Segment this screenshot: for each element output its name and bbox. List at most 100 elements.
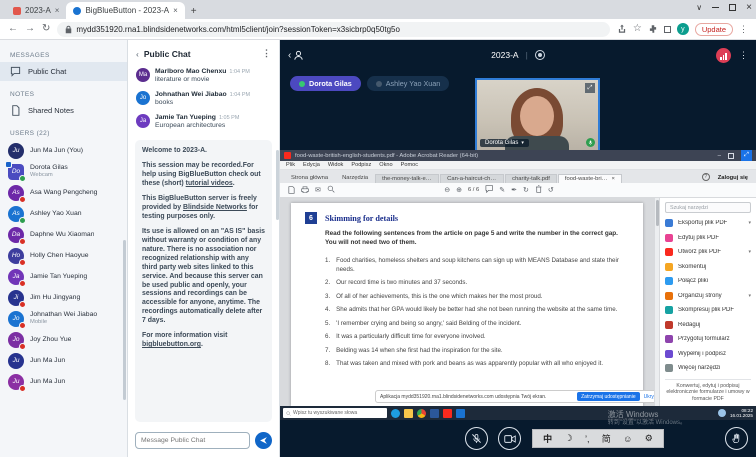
side-panel-icon[interactable]: [664, 26, 671, 33]
tab-close-icon[interactable]: ×: [611, 176, 614, 182]
user-list-item[interactable]: Jo Johnathan Wei JiabaoMobile: [0, 308, 127, 329]
forward-icon[interactable]: →: [25, 24, 35, 34]
refresh-icon[interactable]: ↻: [42, 24, 50, 34]
tool-compress-pdf[interactable]: Skompresuj plik PDF: [665, 303, 751, 318]
user-list-item[interactable]: Ji Jim Hu Jingyang: [0, 287, 127, 308]
user-list-item[interactable]: Ju Jun Ma Jun: [0, 350, 127, 371]
tool-create-pdf[interactable]: Utwórz plik PDF▾: [665, 245, 751, 260]
menu-item[interactable]: Pomoc: [401, 162, 418, 168]
pen-icon[interactable]: ✎: [499, 186, 505, 194]
webcam-fullscreen-icon[interactable]: ⤢: [585, 83, 595, 93]
user-list-item[interactable]: Do Dorota GilasWebcam: [0, 161, 127, 182]
chat-message-input[interactable]: [135, 432, 250, 449]
menu-item[interactable]: Edycja: [303, 162, 320, 168]
taskbar-app-icon[interactable]: [456, 409, 465, 418]
tool-comment[interactable]: Skomentuj: [665, 260, 751, 275]
menu-item[interactable]: Okno: [379, 162, 392, 168]
chat-scrollbar[interactable]: [276, 150, 279, 220]
menu-item[interactable]: Podpisz: [351, 162, 371, 168]
comment-icon[interactable]: [485, 185, 493, 195]
user-list-item[interactable]: Da Daphne Wu Xiaoman: [0, 224, 127, 245]
tab-tools[interactable]: Narzędzia: [335, 175, 375, 183]
document-tab[interactable]: Can-a-haircut-chan...: [440, 174, 504, 183]
record-indicator-icon[interactable]: [535, 50, 545, 60]
tool-combine-files[interactable]: Połącz pliki: [665, 274, 751, 289]
tab-close-icon[interactable]: ×: [55, 6, 60, 15]
taskbar-acrobat-icon[interactable]: [443, 409, 452, 418]
url-bar[interactable]: mydd351920.rna1.blindsidenetworks.com/ht…: [57, 22, 609, 37]
ime-mode-icon[interactable]: 中: [543, 432, 552, 445]
undo-icon[interactable]: ↺: [548, 186, 554, 194]
acrobat-maximize-button[interactable]: [728, 153, 734, 159]
menu-item[interactable]: Widok: [328, 162, 344, 168]
save-icon[interactable]: [288, 186, 295, 194]
tray-weather-icon[interactable]: [718, 409, 726, 417]
users-scrollbar[interactable]: [123, 240, 126, 400]
tab-home[interactable]: Strona główna: [284, 175, 335, 183]
active-speaker-badge[interactable]: Dorota Gilas: [290, 76, 361, 91]
acrobat-minimize-button[interactable]: –: [718, 153, 721, 159]
share-icon[interactable]: [617, 24, 627, 34]
tool-fill-sign[interactable]: Wypełnij i podpisz: [665, 347, 751, 362]
user-list-item[interactable]: Ho Holly Chen Haoyue: [0, 245, 127, 266]
sign-in-link[interactable]: Zaloguj się: [714, 175, 752, 183]
taskbar-chrome-icon[interactable]: [417, 409, 426, 418]
find-icon[interactable]: [327, 185, 335, 195]
unmute-button[interactable]: [465, 427, 488, 450]
user-list-item[interactable]: Ja Jamie Tan Yueping: [0, 266, 127, 287]
chat-back-icon[interactable]: ‹: [136, 49, 139, 59]
user-list-item[interactable]: As Ashley Yao Xuan: [0, 203, 127, 224]
pdf-document-area[interactable]: 6 Skimming for details Read the followin…: [280, 198, 654, 406]
update-button[interactable]: Update: [695, 23, 733, 36]
hide-share-bar-button[interactable]: Ukryj: [644, 394, 654, 400]
stop-sharing-button[interactable]: Zatrzymaj udostępnianie: [577, 392, 639, 401]
sign-icon[interactable]: ✒: [511, 186, 517, 194]
browser-tab-active[interactable]: BigBlueButton - 2023-A ×: [66, 2, 184, 19]
bigbluebutton-org-link[interactable]: bigbluebutton.org: [142, 341, 201, 348]
webcam-name-label[interactable]: Dorota Gilas▾: [480, 139, 529, 147]
chat-options-icon[interactable]: ⋮: [262, 48, 271, 59]
mail-icon[interactable]: ✉: [315, 186, 321, 194]
ime-punct-icon[interactable]: ’,: [585, 434, 590, 444]
tool-prepare-form[interactable]: Przygotuj formularz: [665, 332, 751, 347]
ime-language-bar[interactable]: 中 ☽ ’, 简 ☺ ⚙: [532, 429, 664, 448]
options-menu-icon[interactable]: ⋮: [739, 50, 748, 61]
bookmark-star-icon[interactable]: ☆: [633, 24, 642, 34]
extensions-icon[interactable]: [648, 24, 658, 34]
browser-menu-icon[interactable]: ⋮: [739, 24, 748, 35]
window-maximize-button[interactable]: [729, 4, 736, 11]
window-minimize-button[interactable]: [712, 7, 719, 8]
delete-pages-icon[interactable]: [535, 185, 542, 195]
ime-settings-icon[interactable]: ⚙: [645, 433, 653, 444]
document-tab[interactable]: charity-talk.pdf: [505, 174, 557, 183]
blindside-networks-link[interactable]: Blindside Networks: [183, 204, 247, 211]
zoom-in-icon[interactable]: ⊕: [456, 186, 462, 194]
tools-search-input[interactable]: Szukaj narzędzi: [665, 202, 751, 213]
user-list-item[interactable]: As Asa Wang Pengcheng: [0, 182, 127, 203]
tool-organize-pages[interactable]: Organizuj strony▾: [665, 289, 751, 304]
tool-more-tools[interactable]: Więcej narzędzi: [665, 361, 751, 376]
tab-close-icon[interactable]: ×: [173, 6, 178, 15]
tool-export-pdf[interactable]: Eksportuj plik PDF▾: [665, 216, 751, 231]
taskbar-word-icon[interactable]: [430, 409, 439, 418]
ime-emoji-icon[interactable]: ☺: [623, 434, 632, 444]
menu-item[interactable]: Plik: [286, 162, 295, 168]
tab-search-icon[interactable]: ∨: [696, 3, 702, 12]
raise-hand-button[interactable]: [725, 427, 748, 450]
rotate-icon[interactable]: ↻: [523, 186, 529, 194]
taskbar-search-input[interactable]: Wpisz tu wyszukiwane słowa: [283, 408, 387, 418]
user-list-item[interactable]: Jo Joy Zhou Yue: [0, 329, 127, 350]
tool-edit-pdf[interactable]: Edytuj plik PDF: [665, 231, 751, 246]
taskbar-edge-icon[interactable]: [391, 409, 400, 418]
ime-fullhalf-icon[interactable]: ☽: [565, 433, 573, 444]
pdf-scrollbar[interactable]: [654, 198, 659, 406]
ime-simplified-icon[interactable]: 简: [602, 432, 611, 445]
help-icon[interactable]: ?: [702, 173, 710, 181]
page-indicator[interactable]: 6 / 6: [468, 187, 479, 193]
tutorial-videos-link[interactable]: tutorial videos: [186, 180, 233, 187]
sidebar-item-shared-notes[interactable]: Shared Notes: [0, 101, 127, 120]
connection-status-button[interactable]: [716, 48, 731, 63]
webcam-button[interactable]: [498, 427, 521, 450]
document-tab[interactable]: the-money-talk-es...: [375, 174, 439, 183]
speaker-badge[interactable]: Ashley Yao Xuan: [367, 76, 449, 91]
